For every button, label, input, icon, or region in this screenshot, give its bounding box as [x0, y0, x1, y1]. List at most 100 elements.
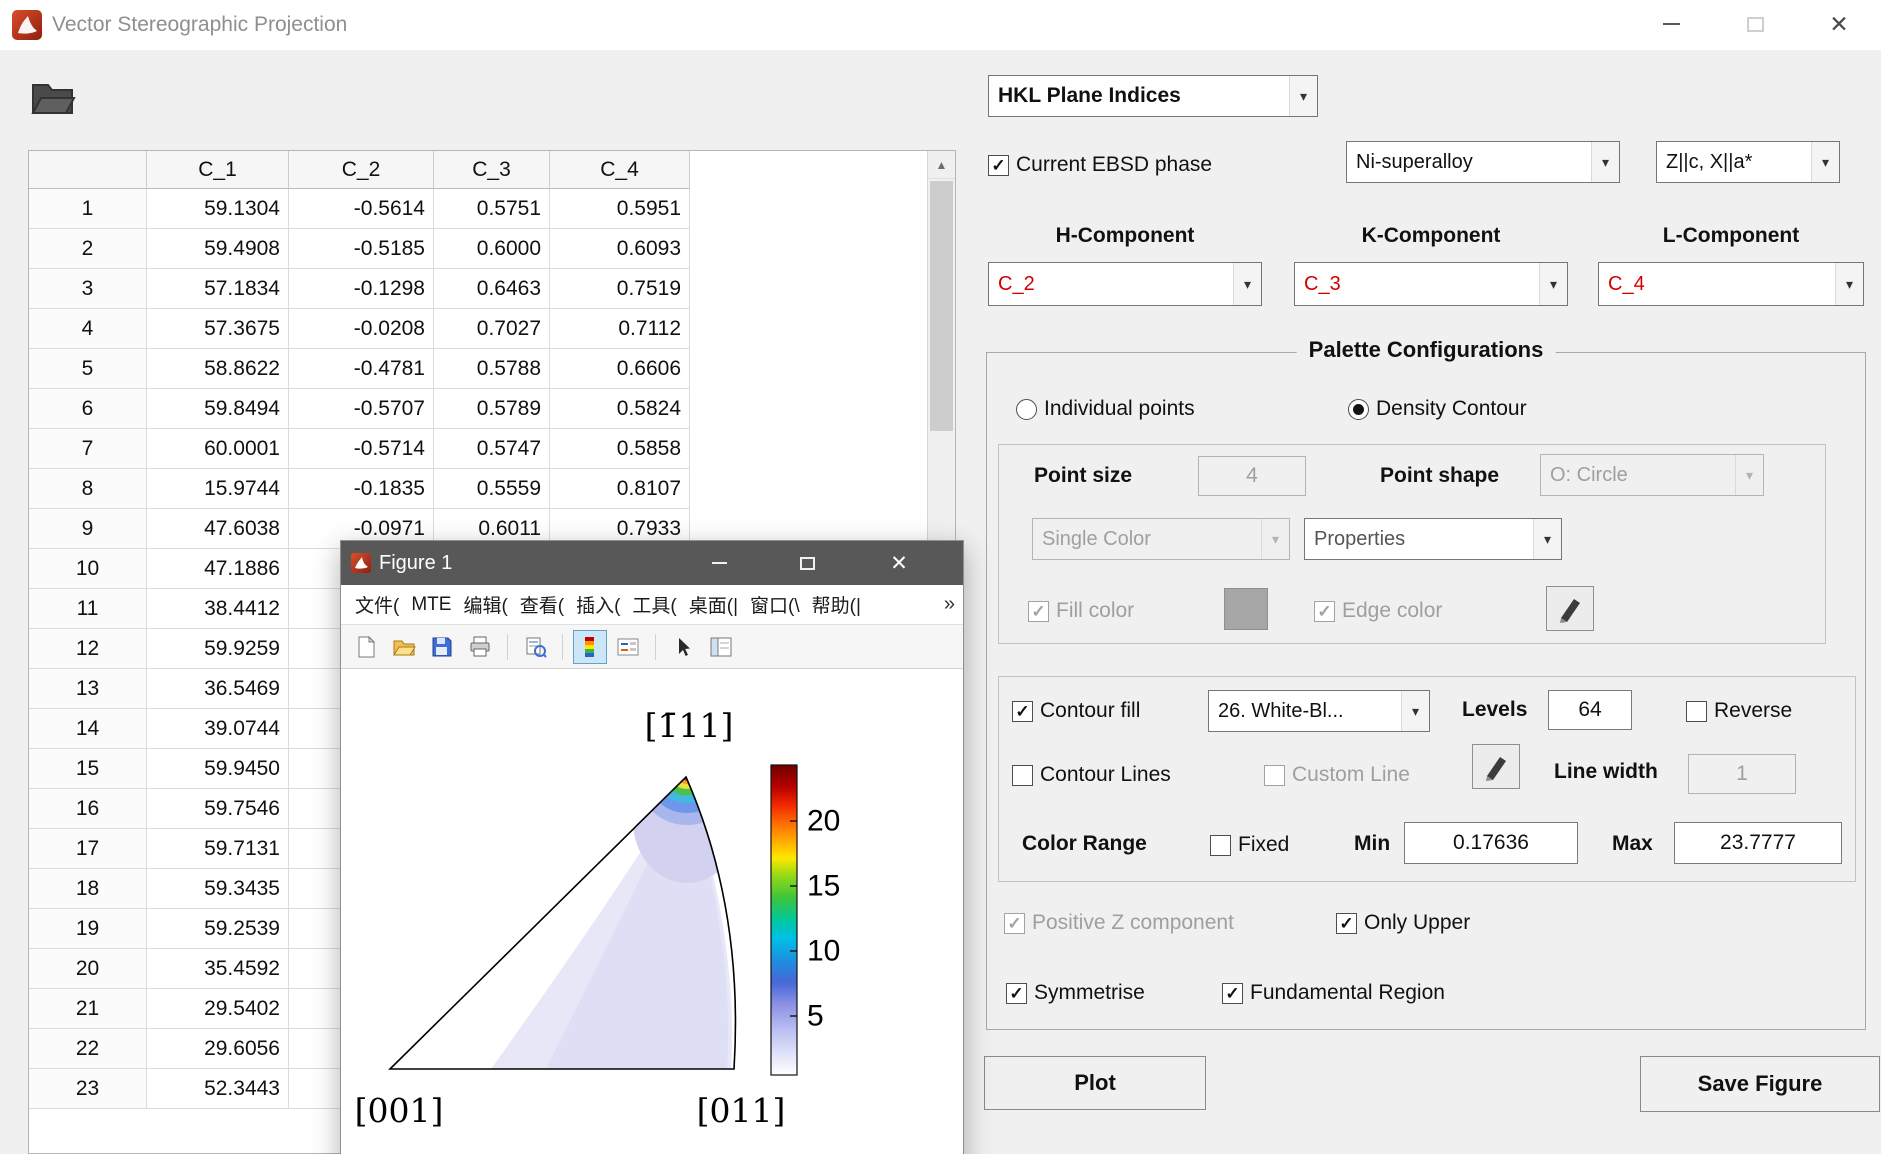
row-number-cell[interactable]: 18	[29, 869, 147, 909]
row-number-cell[interactable]: 6	[29, 389, 147, 429]
figure-menu-item[interactable]: 插入(	[570, 591, 626, 618]
scroll-up-button[interactable]: ▲	[928, 151, 955, 179]
open-file-button[interactable]	[28, 76, 80, 120]
table-row[interactable]: 8 15.9744 -0.1835 0.5559 0.8107	[29, 469, 955, 509]
table-cell[interactable]: 59.9259	[147, 629, 289, 669]
max-field[interactable]: 23.7777	[1674, 822, 1842, 864]
point-shape-dropdown[interactable]: O: Circle ▾	[1540, 454, 1764, 496]
table-cell[interactable]: 59.7546	[147, 789, 289, 829]
table-cell[interactable]: 0.5824	[550, 389, 690, 429]
contour-fill-checkbox[interactable]: ✓ Contour fill	[1012, 698, 1140, 724]
table-cell[interactable]: 0.6606	[550, 349, 690, 389]
table-cell[interactable]: 0.7112	[550, 309, 690, 349]
table-row[interactable]: 5 58.8622 -0.4781 0.5788 0.6606	[29, 349, 955, 389]
row-number-cell[interactable]: 8	[29, 469, 147, 509]
l-component-dropdown[interactable]: C_4 ▾	[1598, 262, 1864, 306]
insert-colorbar-button[interactable]	[573, 629, 607, 664]
table-cell[interactable]: 59.2539	[147, 909, 289, 949]
row-number-cell[interactable]: 23	[29, 1069, 147, 1109]
maximize-button[interactable]	[1726, 4, 1784, 44]
save-figure-button[interactable]: Save Figure	[1640, 1056, 1880, 1112]
fill-color-checkbox[interactable]: ✓ Fill color	[1028, 598, 1134, 624]
individual-points-radio[interactable]: Individual points	[1016, 396, 1195, 422]
row-number-cell[interactable]: 5	[29, 349, 147, 389]
plot-button[interactable]: Plot	[984, 1056, 1206, 1110]
table-cell[interactable]: 0.6000	[434, 229, 550, 269]
row-number-cell[interactable]: 13	[29, 669, 147, 709]
row-number-cell[interactable]: 12	[29, 629, 147, 669]
table-row[interactable]: 6 59.8494 -0.5707 0.5789 0.5824	[29, 389, 955, 429]
figure-menu-item[interactable]: 桌面(|	[683, 591, 744, 618]
table-cell[interactable]: 58.8622	[147, 349, 289, 389]
row-number-cell[interactable]: 14	[29, 709, 147, 749]
row-number-cell[interactable]: 11	[29, 589, 147, 629]
row-number-cell[interactable]: 19	[29, 909, 147, 949]
menu-overflow-icon[interactable]: »	[944, 593, 955, 616]
table-cell[interactable]: 59.8494	[147, 389, 289, 429]
table-row[interactable]: 1 59.1304 -0.5614 0.5751 0.5951	[29, 189, 955, 229]
table-cell[interactable]: 47.1886	[147, 549, 289, 589]
table-cell[interactable]: 47.6038	[147, 509, 289, 549]
table-cell[interactable]: 0.7027	[434, 309, 550, 349]
figure-minimize-button[interactable]	[691, 541, 747, 585]
table-cell[interactable]: -0.4781	[289, 349, 434, 389]
table-cell[interactable]: 35.4592	[147, 949, 289, 989]
table-cell[interactable]: -0.5185	[289, 229, 434, 269]
figure-menu-item[interactable]: 文件(	[349, 591, 405, 618]
line-width-field[interactable]: 1	[1688, 754, 1796, 794]
k-component-dropdown[interactable]: C_3 ▾	[1294, 262, 1568, 306]
row-number-cell[interactable]: 21	[29, 989, 147, 1029]
levels-field[interactable]: 64	[1548, 690, 1632, 730]
table-cell[interactable]: 29.6056	[147, 1029, 289, 1069]
table-cell[interactable]: -0.5714	[289, 429, 434, 469]
table-cell[interactable]: 38.4412	[147, 589, 289, 629]
contour-lines-checkbox[interactable]: Contour Lines	[1012, 762, 1171, 788]
row-number-cell[interactable]: 9	[29, 509, 147, 549]
table-row[interactable]: 4 57.3675 -0.0208 0.7027 0.7112	[29, 309, 955, 349]
table-cell[interactable]: 52.3443	[147, 1069, 289, 1109]
density-contour-radio[interactable]: Density Contour	[1348, 396, 1527, 422]
only-upper-checkbox[interactable]: ✓ Only Upper	[1336, 910, 1470, 936]
custom-line-checkbox[interactable]: Custom Line	[1264, 762, 1410, 788]
row-number-cell[interactable]: 10	[29, 549, 147, 589]
table-cell[interactable]: -0.5614	[289, 189, 434, 229]
table-cell[interactable]: -0.1298	[289, 269, 434, 309]
row-number-cell[interactable]: 16	[29, 789, 147, 829]
table-cell[interactable]: 0.5747	[434, 429, 550, 469]
table-cell[interactable]: -0.5707	[289, 389, 434, 429]
main-titlebar[interactable]: Vector Stereographic Projection	[0, 0, 1881, 50]
figure-menu-item[interactable]: 工具(	[626, 591, 682, 618]
print-preview-button[interactable]	[518, 630, 552, 664]
table-cell[interactable]: 0.5951	[550, 189, 690, 229]
row-number-cell[interactable]: 22	[29, 1029, 147, 1069]
table-row[interactable]: 2 59.4908 -0.5185 0.6000 0.6093	[29, 229, 955, 269]
row-number-cell[interactable]: 2	[29, 229, 147, 269]
property-inspector-button[interactable]	[704, 630, 738, 664]
row-number-cell[interactable]: 15	[29, 749, 147, 789]
table-cell[interactable]: 59.4908	[147, 229, 289, 269]
table-row[interactable]: 3 57.1834 -0.1298 0.6463 0.7519	[29, 269, 955, 309]
save-figure-toolbar-button[interactable]	[425, 630, 459, 664]
table-cell[interactable]: 36.5469	[147, 669, 289, 709]
figure-menu-item[interactable]: MTE	[405, 594, 457, 616]
scrollbar-thumb[interactable]	[930, 181, 953, 431]
new-figure-button[interactable]	[349, 630, 383, 664]
table-cell[interactable]: 57.1834	[147, 269, 289, 309]
figure-menu-item[interactable]: 帮助(|	[806, 591, 867, 618]
row-number-cell[interactable]: 7	[29, 429, 147, 469]
table-cell[interactable]: 59.3435	[147, 869, 289, 909]
symmetrise-checkbox[interactable]: ✓ Symmetrise	[1006, 980, 1145, 1006]
row-number-cell[interactable]: 20	[29, 949, 147, 989]
row-number-cell[interactable]: 3	[29, 269, 147, 309]
table-cell[interactable]: 29.5402	[147, 989, 289, 1029]
table-cell[interactable]: 0.5788	[434, 349, 550, 389]
reverse-checkbox[interactable]: Reverse	[1686, 698, 1792, 724]
open-figure-button[interactable]	[387, 630, 421, 664]
table-cell[interactable]: 59.1304	[147, 189, 289, 229]
phase-dropdown[interactable]: Ni-superalloy ▾	[1346, 141, 1620, 183]
table-cell[interactable]: 0.6463	[434, 269, 550, 309]
table-cell[interactable]: 59.9450	[147, 749, 289, 789]
edge-color-checkbox[interactable]: ✓ Edge color	[1314, 598, 1442, 624]
edge-color-swatch[interactable]	[1546, 586, 1594, 631]
properties-dropdown[interactable]: Properties ▾	[1304, 518, 1562, 560]
